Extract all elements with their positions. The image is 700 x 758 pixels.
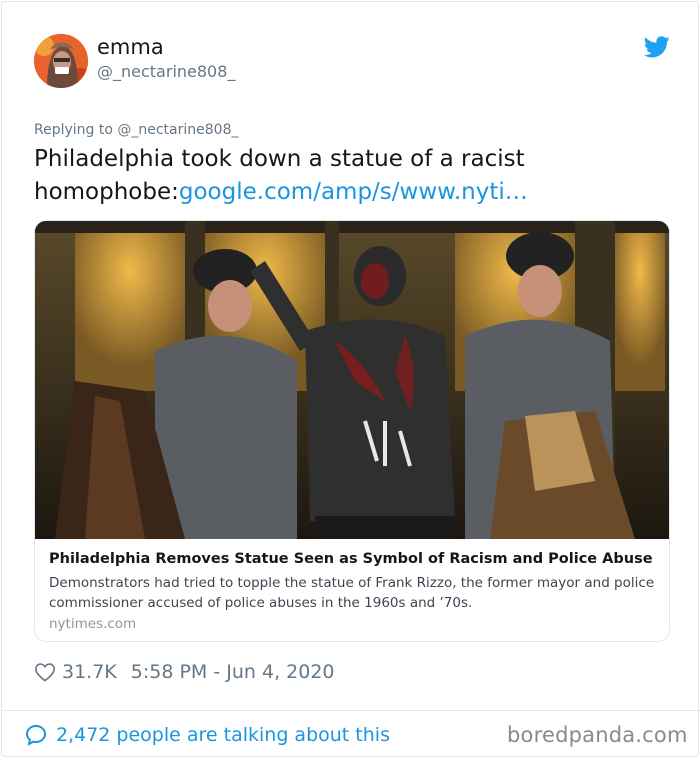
display-name[interactable]: emma	[97, 35, 164, 59]
article-title: Philadelphia Removes Statue Seen as Symb…	[49, 551, 653, 567]
divider	[2, 710, 700, 711]
tweet-link[interactable]: google.com/amp/s/www.nyti…	[179, 179, 528, 205]
like-count[interactable]: 31.7K	[62, 661, 117, 683]
article-domain: nytimes.com	[49, 616, 137, 632]
article-photo	[35, 221, 669, 539]
heart-icon[interactable]	[34, 662, 56, 682]
watermark: boredpanda.com	[507, 723, 688, 747]
twitter-bird-icon[interactable]	[644, 36, 670, 58]
comment-bubble-icon	[25, 724, 47, 746]
avatar-illustration	[34, 34, 88, 88]
link-preview-card[interactable]: Philadelphia Removes Statue Seen as Symb…	[34, 220, 670, 642]
tweet-card: emma @_nectarine808_ Replying to @_necta…	[1, 1, 700, 757]
user-handle[interactable]: @_nectarine808_	[97, 62, 235, 81]
avatar[interactable]	[34, 34, 88, 88]
conversation-link[interactable]: 2,472 people are talking about this	[24, 722, 390, 748]
tweet-text: Philadelphia took down a statue of a rac…	[34, 143, 654, 209]
article-description: Demonstrators had tried to topple the st…	[49, 575, 655, 611]
timestamp[interactable]: 5:58 PM - Jun 4, 2020	[131, 661, 335, 683]
talking-count[interactable]: 2,472 people are talking about this	[56, 724, 390, 746]
replying-to[interactable]: Replying to @_nectarine808_	[34, 122, 238, 138]
tweet-meta: 31.7K 5:58 PM - Jun 4, 2020	[34, 658, 335, 686]
